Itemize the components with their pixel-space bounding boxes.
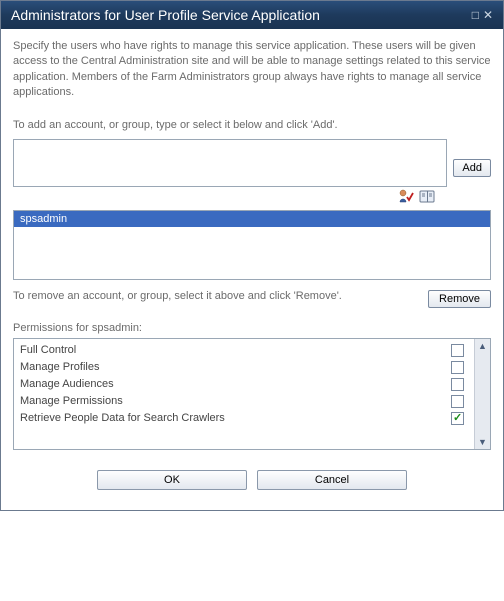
permission-label: Manage Profiles	[20, 361, 100, 373]
permission-checkbox-manage-audiences[interactable]	[451, 378, 464, 391]
accounts-listbox[interactable]: spsadmin	[13, 210, 491, 280]
permission-checkbox-manage-profiles[interactable]	[451, 361, 464, 374]
account-input[interactable]	[13, 139, 447, 187]
check-names-icon[interactable]	[398, 189, 414, 206]
permission-checkbox-manage-permissions[interactable]	[451, 395, 464, 408]
list-item[interactable]: spsadmin	[14, 211, 490, 227]
people-picker-icons	[13, 189, 491, 206]
dialog-buttons: OK Cancel	[13, 470, 491, 490]
add-button[interactable]: Add	[453, 159, 491, 177]
permission-item: Manage Audiences	[18, 376, 470, 393]
dialog: Administrators for User Profile Service …	[0, 0, 504, 511]
cancel-button[interactable]: Cancel	[257, 470, 407, 490]
description-text: Specify the users who have rights to man…	[13, 39, 491, 101]
add-row: Add	[13, 139, 491, 187]
window-controls: □ ✕	[472, 9, 493, 21]
dialog-content: Specify the users who have rights to man…	[1, 29, 503, 510]
permissions-list: Full Control Manage Profiles Manage Audi…	[14, 339, 474, 449]
scroll-down-icon[interactable]: ▼	[478, 435, 487, 449]
add-instruction: To add an account, or group, type or sel…	[13, 119, 491, 131]
close-icon[interactable]: ✕	[483, 9, 493, 21]
permission-item: Full Control	[18, 342, 470, 359]
scrollbar[interactable]: ▲ ▼	[474, 339, 490, 449]
ok-button[interactable]: OK	[97, 470, 247, 490]
remove-row: To remove an account, or group, select i…	[13, 290, 491, 308]
permission-item: Retrieve People Data for Search Crawlers	[18, 410, 470, 427]
permission-checkbox-full-control[interactable]	[451, 344, 464, 357]
permission-label: Manage Audiences	[20, 378, 114, 390]
titlebar: Administrators for User Profile Service …	[1, 1, 503, 29]
permission-checkbox-retrieve-people-data[interactable]	[451, 412, 464, 425]
remove-button[interactable]: Remove	[428, 290, 491, 308]
permission-label: Full Control	[20, 344, 76, 356]
dialog-title: Administrators for User Profile Service …	[11, 7, 320, 23]
browse-icon[interactable]	[419, 189, 435, 206]
permission-label: Manage Permissions	[20, 395, 123, 407]
permission-label: Retrieve People Data for Search Crawlers	[20, 412, 225, 424]
permissions-box: Full Control Manage Profiles Manage Audi…	[13, 338, 491, 450]
remove-instruction: To remove an account, or group, select i…	[13, 290, 422, 302]
permission-item: Manage Permissions	[18, 393, 470, 410]
maximize-icon[interactable]: □	[472, 9, 479, 21]
scroll-up-icon[interactable]: ▲	[478, 339, 487, 353]
permission-item: Manage Profiles	[18, 359, 470, 376]
permissions-label: Permissions for spsadmin:	[13, 322, 491, 334]
